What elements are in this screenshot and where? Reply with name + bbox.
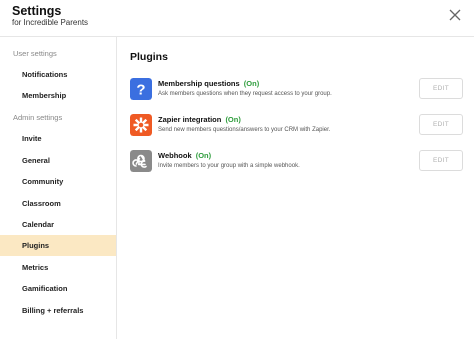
sidebar-item-calendar[interactable]: Calendar: [0, 214, 116, 235]
header: Settings for Incredible Parents: [0, 0, 474, 36]
edit-membership-questions-button[interactable]: EDIT: [419, 78, 463, 99]
plugin-status: (On): [225, 115, 241, 124]
plugin-name-text: Webhook: [158, 151, 192, 160]
page-title: Settings: [12, 4, 62, 18]
sidebar-item-metrics[interactable]: Metrics: [0, 257, 116, 278]
plugin-row-webhook: Webhook (On) Invite members to your grou…: [130, 150, 466, 176]
plugin-name: Webhook (On): [158, 151, 211, 160]
sidebar-item-classroom[interactable]: Classroom: [0, 193, 116, 214]
sidebar-item-gamification[interactable]: Gamification: [0, 278, 116, 299]
sidebar-item-membership[interactable]: Membership: [0, 85, 116, 106]
sidebar-item-billing-referrals[interactable]: Billing + referrals: [0, 300, 116, 321]
sidebar-item-invite[interactable]: Invite: [0, 128, 116, 149]
svg-text:?: ?: [136, 82, 145, 99]
zapier-asterisk-icon: [130, 114, 152, 136]
webhook-icon: [130, 150, 152, 172]
plugin-description: Ask members questions when they request …: [158, 91, 332, 97]
plugin-description: Send new members questions/answers to yo…: [158, 127, 331, 133]
plugin-row-membership-questions: ? Membership questions (On) Ask members …: [130, 78, 466, 104]
plugin-status: (On): [195, 151, 212, 160]
sidebar-item-plugins[interactable]: Plugins: [0, 235, 116, 256]
plugin-description: Invite members to your group with a simp…: [158, 163, 300, 169]
plugin-name: Membership questions (On): [158, 79, 259, 88]
sidebar-item-general[interactable]: General: [0, 150, 116, 171]
section-label-user-settings: User settings: [13, 49, 57, 58]
plugins-title: Plugins: [130, 51, 168, 63]
page-subtitle: for Incredible Parents: [12, 18, 89, 27]
plugin-name-text: Zapier integration: [158, 115, 222, 124]
question-mark-icon: ?: [130, 78, 152, 100]
edit-zapier-integration-button[interactable]: EDIT: [419, 114, 463, 135]
plugin-status: (On): [243, 79, 260, 88]
edit-webhook-button[interactable]: EDIT: [419, 150, 463, 171]
sidebar-item-community[interactable]: Community: [0, 171, 116, 192]
plugin-name: Zapier integration (On): [158, 115, 241, 124]
plugin-row-zapier-integration: Zapier integration (On) Send new members…: [130, 114, 466, 140]
close-icon[interactable]: [448, 8, 462, 22]
plugin-name-text: Membership questions: [158, 79, 240, 88]
sidebar: User settings Notifications Membership A…: [0, 37, 117, 339]
main-content: Plugins ? Membership questions (On) Ask …: [118, 37, 474, 339]
section-label-admin-settings: Admin settings: [13, 113, 63, 122]
sidebar-item-notifications[interactable]: Notifications: [0, 64, 116, 85]
